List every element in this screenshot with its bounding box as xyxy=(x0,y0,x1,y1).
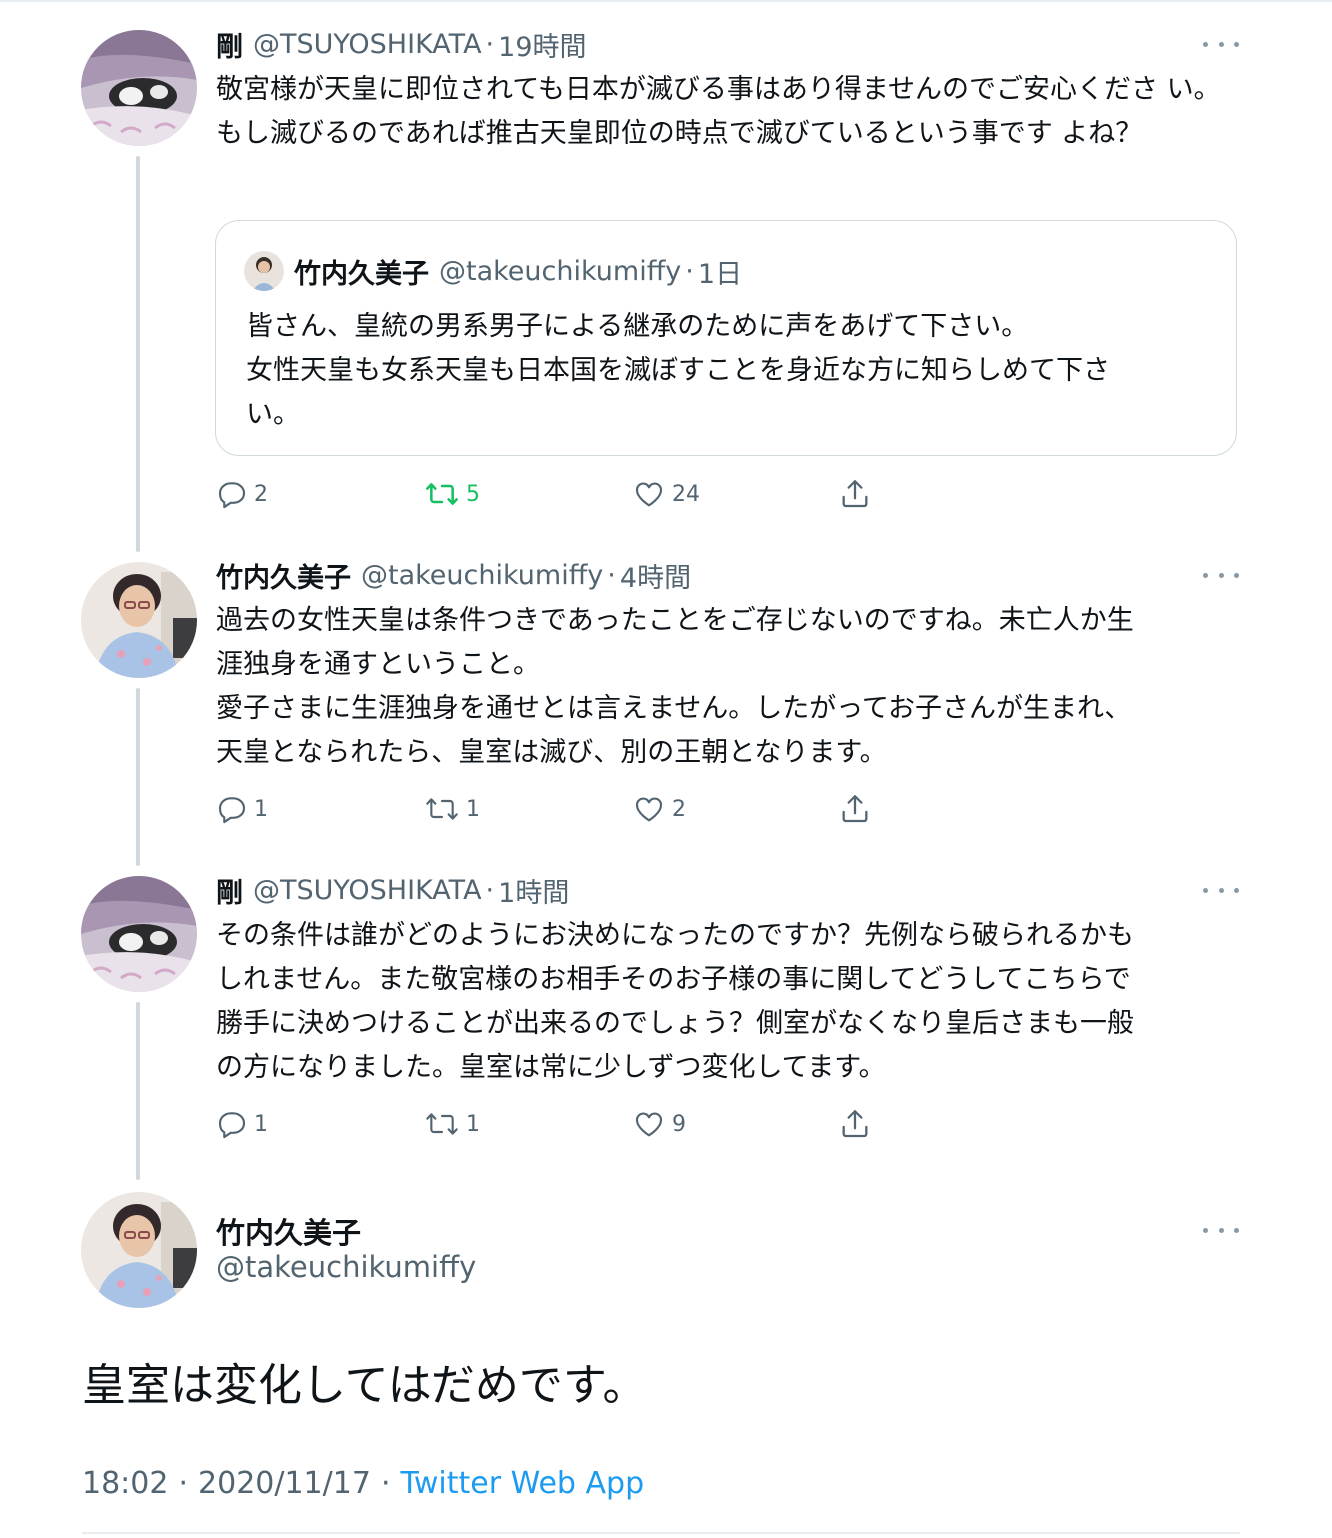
tweet-text: 過去の女性天皇は条件つきであったことをご存じないのですね。未亡人か生 涯独身を通… xyxy=(216,605,1134,768)
display-name[interactable]: 竹内久美子 xyxy=(216,1210,361,1252)
quoted-tweet[interactable]: 竹内久美子 @takeuchikumiffy · 1日 皆さん、皇統の男系男子に… xyxy=(215,220,1237,456)
quoted-tweet-text: 皆さん、皇統の男系男子による継承のために声をあげて下さい。 女性天皇も女系天皇も… xyxy=(246,311,1110,430)
retweet-icon xyxy=(426,483,458,505)
retweet-count: 1 xyxy=(466,1111,480,1137)
share-button[interactable] xyxy=(838,789,872,829)
reply-count: 2 xyxy=(254,481,268,507)
divider xyxy=(82,1532,1240,1534)
avatar[interactable] xyxy=(81,1192,197,1308)
like-button[interactable]: 9 xyxy=(632,1104,686,1144)
like-count: 24 xyxy=(672,481,700,507)
main-tweet-text: 皇室は変化してはだめです。 xyxy=(82,1360,647,1411)
tweet-meta: 18:02 · 2020/11/17 · Twitter Web App xyxy=(82,1466,644,1501)
more-icon[interactable] xyxy=(1203,565,1239,585)
avatar[interactable] xyxy=(81,562,197,678)
user-handle[interactable]: @TSUYOSHIKATA xyxy=(253,29,482,60)
thread-line xyxy=(136,1002,140,1180)
share-button[interactable] xyxy=(838,474,872,514)
avatar xyxy=(244,251,284,291)
like-count: 2 xyxy=(672,796,686,822)
tweet-actions: 1 1 9 xyxy=(216,1104,916,1144)
avatar[interactable] xyxy=(81,30,197,146)
avatar[interactable] xyxy=(81,876,197,992)
display-name[interactable]: 竹内久美子 xyxy=(216,556,351,595)
separator: · xyxy=(485,874,495,906)
retweet-icon xyxy=(426,1113,458,1135)
user-handle[interactable]: @takeuchikumiffy xyxy=(216,1250,476,1284)
display-name[interactable]: 剛 xyxy=(216,871,243,910)
retweet-icon xyxy=(426,798,458,820)
separator: · xyxy=(178,1466,189,1501)
separator: · xyxy=(685,255,694,287)
more-icon[interactable] xyxy=(1203,880,1239,900)
share-button[interactable] xyxy=(838,1104,872,1144)
share-icon xyxy=(842,480,868,508)
separator: · xyxy=(485,28,495,60)
tweet-time[interactable]: 18:02 xyxy=(82,1466,168,1501)
reply-button[interactable]: 2 xyxy=(216,474,268,514)
reply-button[interactable]: 1 xyxy=(216,789,268,829)
tweet-header: 竹内久美子 @takeuchikumiffy · 4時間 xyxy=(216,555,691,595)
reply-icon xyxy=(218,1112,246,1139)
share-icon xyxy=(842,795,868,823)
like-icon xyxy=(635,1112,663,1137)
user-handle[interactable]: @TSUYOSHIKATA xyxy=(253,875,482,906)
like-count: 9 xyxy=(672,1111,686,1137)
like-button[interactable]: 24 xyxy=(632,474,700,514)
like-button[interactable]: 2 xyxy=(632,789,686,829)
thread-line xyxy=(136,156,140,552)
separator: · xyxy=(380,1466,391,1501)
tweet-actions: 2 5 24 xyxy=(216,474,916,514)
timestamp: 1日 xyxy=(697,258,743,290)
tweet-actions: 1 1 2 xyxy=(216,789,916,829)
user-handle[interactable]: @takeuchikumiffy xyxy=(361,560,603,591)
user-handle: @takeuchikumiffy xyxy=(439,255,682,287)
reply-icon xyxy=(218,797,246,824)
timestamp[interactable]: 19時間 xyxy=(498,25,586,64)
reply-button[interactable]: 1 xyxy=(216,1104,268,1144)
retweet-count: 5 xyxy=(466,481,480,507)
retweet-button[interactable]: 1 xyxy=(424,789,480,829)
retweet-button[interactable]: 1 xyxy=(424,1104,480,1144)
thread-line xyxy=(136,688,140,866)
tweet-text: その条件は誰がどのようにお決めになったのですか？先例なら破られるかも しれません… xyxy=(216,920,1134,1083)
retweet-count: 1 xyxy=(466,796,480,822)
tweet-source-link[interactable]: Twitter Web App xyxy=(400,1466,644,1501)
top-divider xyxy=(0,0,1332,2)
tweet-header: 剛 @TSUYOSHIKATA · 19時間 xyxy=(216,24,587,64)
more-icon[interactable] xyxy=(1203,1220,1239,1240)
timestamp[interactable]: 1時間 xyxy=(498,871,569,910)
share-icon xyxy=(842,1110,868,1138)
like-icon xyxy=(635,482,663,507)
more-icon[interactable] xyxy=(1203,34,1239,54)
quoted-tweet-header: 竹内久美子 @takeuchikumiffy · 1日 xyxy=(294,251,742,291)
tweet-date[interactable]: 2020/11/17 xyxy=(198,1466,371,1501)
reply-count: 1 xyxy=(254,796,268,822)
reply-icon xyxy=(218,482,246,509)
like-icon xyxy=(635,797,663,822)
display-name[interactable]: 剛 xyxy=(216,25,243,64)
display-name: 竹内久美子 xyxy=(294,258,429,290)
tweet-header: 剛 @TSUYOSHIKATA · 1時間 xyxy=(216,870,569,910)
tweet-text: 敬宮様が天皇に即位されても日本が滅びる事はあり得ませんのでご安心くださ い。もし… xyxy=(216,74,1221,149)
timestamp[interactable]: 4時間 xyxy=(620,556,691,595)
retweet-button[interactable]: 5 xyxy=(424,474,480,514)
separator: · xyxy=(607,559,616,591)
reply-count: 1 xyxy=(254,1111,268,1137)
